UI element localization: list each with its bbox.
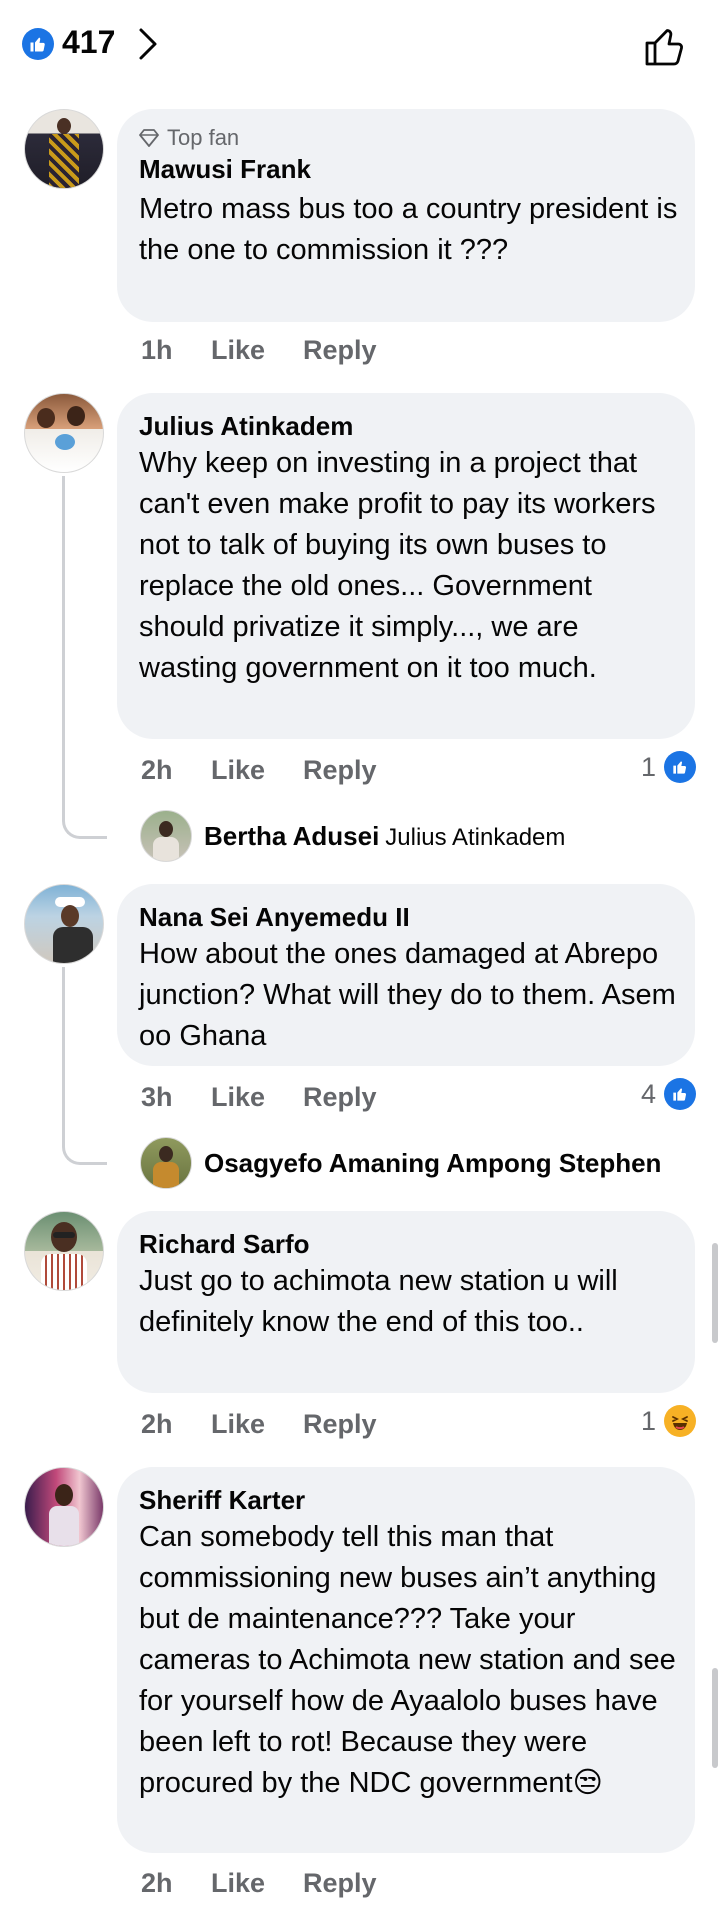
reply-button[interactable]: Reply (303, 1868, 377, 1899)
reaction-summary[interactable]: 1 (641, 751, 696, 783)
comment-time: 2h (141, 1868, 173, 1898)
haha-reaction-icon (664, 1405, 696, 1437)
comment-text: How about the ones damaged at Abrepo jun… (139, 938, 676, 1052)
reactions-bar[interactable]: 417 (0, 0, 720, 90)
reply-preview[interactable]: Osagyefo Amaning Ampong Stephen (204, 1148, 661, 1179)
avatar[interactable] (24, 393, 104, 473)
avatar[interactable] (24, 1211, 104, 1291)
reaction-count: 1 (640, 1405, 656, 1436)
reaction-count: 4 (640, 1078, 656, 1109)
scrollbar-thumb[interactable] (712, 1668, 718, 1768)
comment-text: Why keep on investing in a project that … (139, 447, 656, 684)
comment-time: 2h (141, 755, 173, 785)
like-button[interactable]: Like (211, 755, 265, 786)
reply-author[interactable]: Osagyefo Amaning Ampong Stephen (204, 1148, 661, 1178)
reply-button[interactable]: Reply (303, 335, 377, 366)
like-reaction-icon (22, 28, 54, 60)
reply-button[interactable]: Reply (303, 755, 377, 786)
avatar[interactable] (24, 884, 104, 964)
like-button[interactable]: Like (211, 1082, 265, 1113)
comment-author[interactable]: Nana Sei Anyemedu II (139, 902, 410, 933)
like-button[interactable]: Like (211, 335, 265, 366)
comment-time: 3h (141, 1082, 173, 1112)
reaction-summary[interactable]: 4 (641, 1078, 696, 1110)
reaction-count: 1 (640, 751, 656, 782)
comment-text: Can somebody tell this man that commissi… (139, 1521, 676, 1799)
diamond-icon (139, 129, 159, 147)
comment-bubble[interactable]: Sheriff Karter Can somebody tell this ma… (117, 1467, 695, 1853)
reply-button[interactable]: Reply (303, 1082, 377, 1113)
comment-author[interactable]: Julius Atinkadem (139, 411, 353, 442)
scrollbar-thumb[interactable] (712, 1243, 718, 1343)
comment-bubble[interactable]: Top fan Mawusi Frank Metro mass bus too … (117, 109, 695, 322)
thread-line (62, 967, 107, 1165)
comment-time: 1h (141, 335, 173, 365)
comment-bubble[interactable]: Julius Atinkadem Why keep on investing i… (117, 393, 695, 739)
comment-bubble[interactable]: Nana Sei Anyemedu II How about the ones … (117, 884, 695, 1066)
reply-preview[interactable]: Bertha Adusei Julius Atinkadem (204, 821, 565, 852)
comment-bubble[interactable]: Richard Sarfo Just go to achimota new st… (117, 1211, 695, 1393)
comment-author[interactable]: Sheriff Karter (139, 1485, 305, 1516)
like-reaction-icon (664, 1078, 696, 1110)
comment-author[interactable]: Richard Sarfo (139, 1229, 310, 1260)
reply-mention[interactable]: Julius Atinkadem (385, 824, 565, 851)
reaction-summary[interactable]: 1 (641, 1405, 696, 1437)
reply-button[interactable]: Reply (303, 1409, 377, 1440)
avatar[interactable] (24, 109, 104, 189)
comment-author[interactable]: Mawusi Frank (139, 154, 311, 185)
reply-author[interactable]: Bertha Adusei (204, 821, 379, 851)
avatar[interactable] (24, 1467, 104, 1547)
top-fan-label: Top fan (167, 125, 240, 150)
like-reaction-icon (664, 751, 696, 783)
comment-text: Metro mass bus too a country president i… (139, 193, 678, 266)
top-fan-badge: Top fan (139, 125, 239, 151)
like-outline-icon[interactable] (643, 24, 687, 68)
like-button[interactable]: Like (211, 1868, 265, 1899)
avatar[interactable] (140, 810, 192, 862)
comment-text: Just go to achimota new station u will d… (139, 1265, 618, 1338)
reaction-count: 417 (62, 24, 116, 60)
comment-time: 2h (141, 1409, 173, 1439)
avatar[interactable] (140, 1137, 192, 1189)
like-button[interactable]: Like (211, 1409, 265, 1440)
chevron-right-icon[interactable] (136, 26, 160, 62)
thread-line (62, 476, 107, 839)
